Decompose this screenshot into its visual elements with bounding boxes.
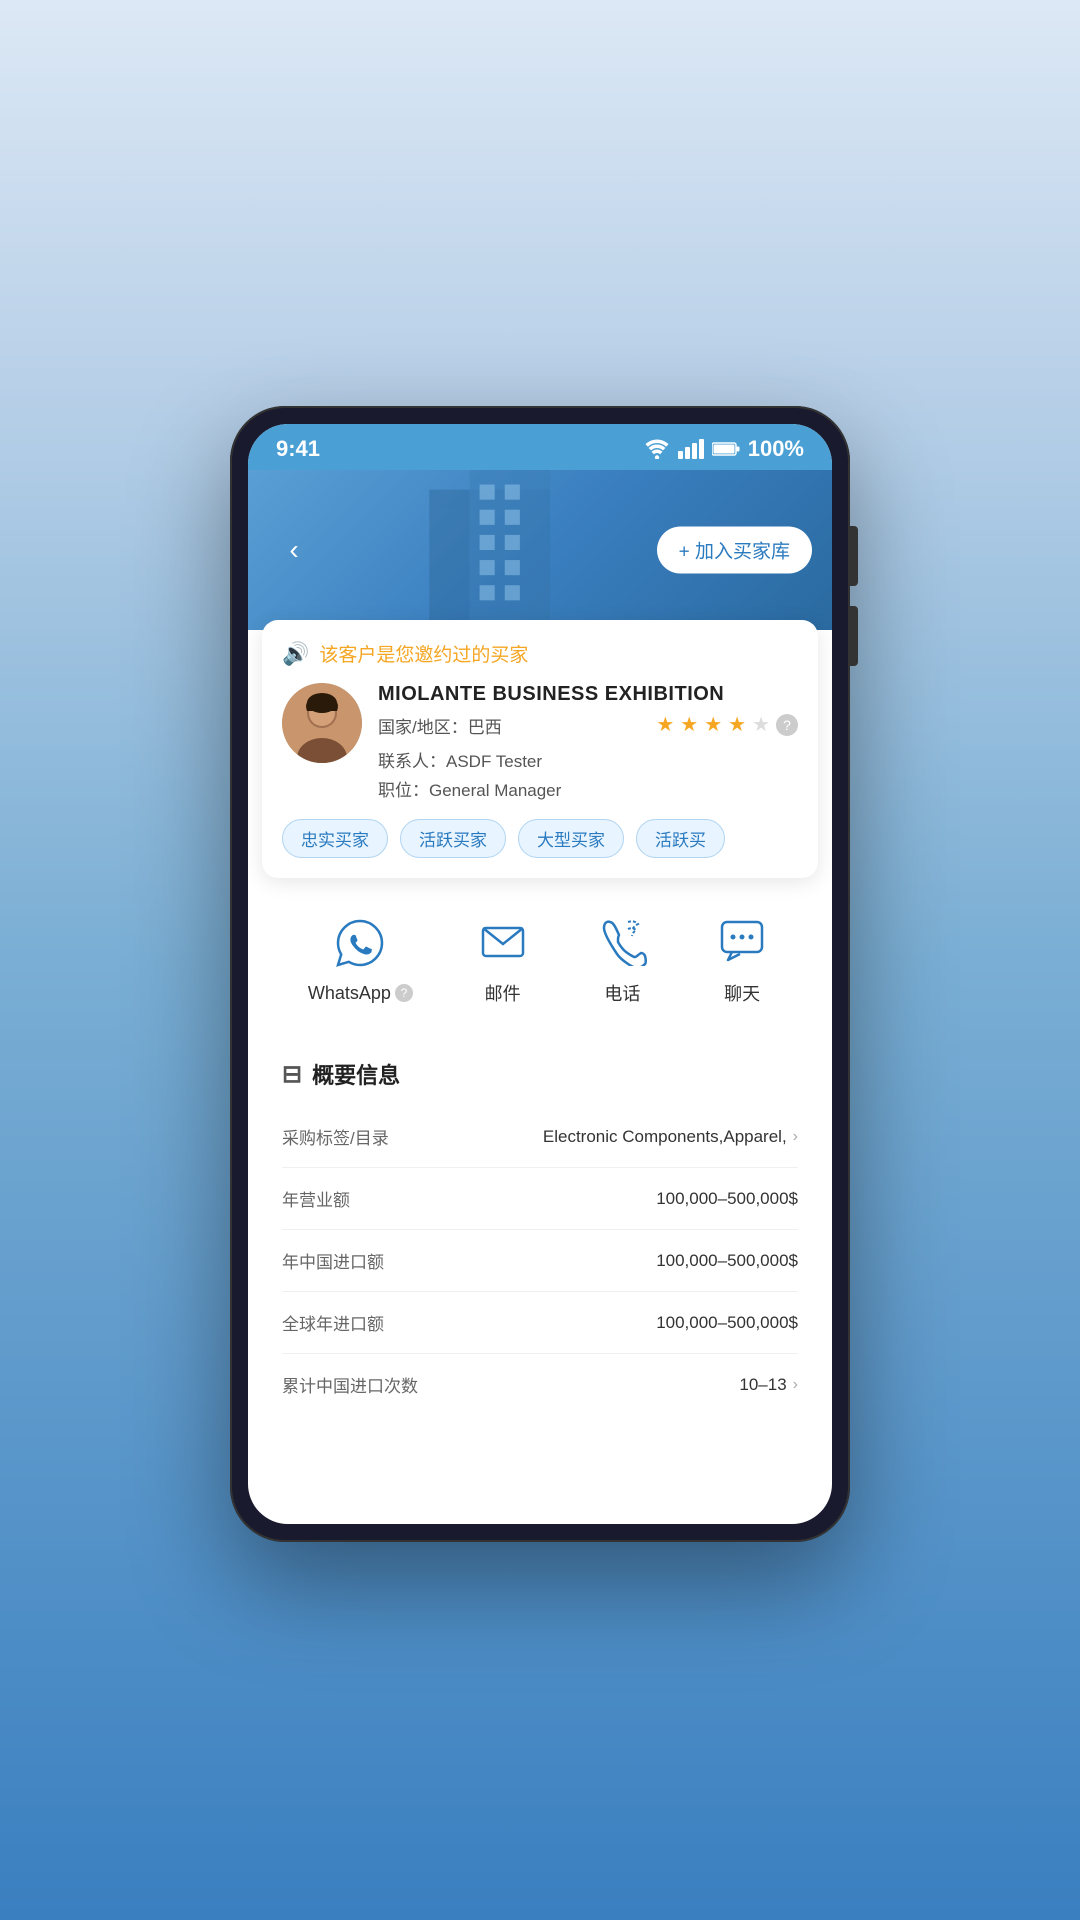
email-action[interactable]: 邮件 <box>473 910 533 1006</box>
phone-side-button-mid <box>850 606 858 666</box>
add-buyer-button[interactable]: + 加入买家库 <box>657 527 812 574</box>
info-value-4: 10–13 › <box>739 1375 798 1395</box>
info-key-3: 全球年进口额 <box>282 1310 384 1335</box>
status-bar: 9:41 <box>248 424 832 470</box>
tags-row: 忠实买家 活跃买家 大型买家 活跃买 <box>282 819 798 858</box>
position-line: 职位：General Manager <box>378 776 798 801</box>
info-key-1: 年营业额 <box>282 1186 350 1211</box>
speaker-icon: 🔊 <box>282 641 309 667</box>
wifi-icon <box>644 439 670 459</box>
chevron-right-icon-4: › <box>793 1376 798 1394</box>
hero-area: ‹ + 加入买家库 <box>248 470 832 630</box>
info-value-1: 100,000–500,000$ <box>656 1189 798 1209</box>
section-title: ⊟ 概要信息 <box>282 1058 798 1090</box>
avatar <box>282 683 362 763</box>
info-key-4: 累计中国进口次数 <box>282 1372 418 1397</box>
tag-active2: 活跃买 <box>636 819 725 858</box>
tag-loyal: 忠实买家 <box>282 819 388 858</box>
avatar-svg <box>282 683 362 763</box>
buyer-notice: 🔊 该客户是您邀约过的买家 <box>282 640 798 667</box>
whatsapp-action[interactable]: WhatsApp ? <box>308 913 413 1004</box>
chat-label: 聊天 <box>724 980 760 1006</box>
email-icon <box>473 910 533 970</box>
signal-bars <box>678 439 704 459</box>
phone-mockup: 9:41 <box>230 406 850 1542</box>
chat-icon <box>712 910 772 970</box>
phone-label: 电话 <box>604 980 640 1006</box>
tag-active: 活跃买家 <box>400 819 506 858</box>
battery-icon <box>712 442 740 456</box>
info-value-2: 100,000–500,000$ <box>656 1251 798 1271</box>
info-section: ⊟ 概要信息 采购标签/目录 Electronic Components,App… <box>262 1038 818 1435</box>
info-row-0[interactable]: 采购标签/目录 Electronic Components,Apparel, › <box>282 1106 798 1168</box>
info-row-1: 年营业额 100,000–500,000$ <box>282 1168 798 1230</box>
chevron-right-icon-0: › <box>793 1128 798 1146</box>
stars-row: ★ ★ ★ ★ ★ ? <box>656 712 798 737</box>
buyer-details: MIOLANTE BUSINESS EXHIBITION 国家/地区：巴西 ★ … <box>378 683 798 805</box>
country-line: 国家/地区：巴西 <box>378 713 502 738</box>
whatsapp-icon <box>330 913 390 973</box>
chat-action[interactable]: 聊天 <box>712 910 772 1006</box>
info-value-0: Electronic Components,Apparel, › <box>543 1127 798 1147</box>
phone-container: 9:41 <box>0 406 1080 1542</box>
phone-screen: 9:41 <box>248 424 832 1524</box>
info-key-0: 采购标签/目录 <box>282 1124 389 1149</box>
country-stars-row: 国家/地区：巴西 ★ ★ ★ ★ ★ ? <box>378 712 798 743</box>
info-row-4[interactable]: 累计中国进口次数 10–13 › <box>282 1354 798 1415</box>
info-value-3: 100,000–500,000$ <box>656 1313 798 1333</box>
action-card: WhatsApp ? 邮件 <box>262 890 818 1026</box>
phone-icon <box>592 910 652 970</box>
whatsapp-label: WhatsApp ? <box>308 983 413 1004</box>
status-right: 100% <box>644 436 804 462</box>
contact-line: 联系人：ASDF Tester <box>378 747 798 772</box>
section-icon: ⊟ <box>282 1060 302 1089</box>
phone-action[interactable]: 电话 <box>592 910 652 1006</box>
stars-help-icon[interactable]: ? <box>776 714 798 736</box>
info-row-3: 全球年进口额 100,000–500,000$ <box>282 1292 798 1354</box>
status-time: 9:41 <box>276 436 320 462</box>
page-wrapper: 丰富买家信息 一键收录 买家线上CRM管理 9:41 <box>0 0 1080 1920</box>
company-name: MIOLANTE BUSINESS EXHIBITION <box>378 683 798 706</box>
phone-side-button-top <box>850 526 858 586</box>
info-row-2: 年中国进口额 100,000–500,000$ <box>282 1230 798 1292</box>
buyer-card: 🔊 该客户是您邀约过的买家 <box>262 620 818 878</box>
battery-percent: 100% <box>748 436 804 462</box>
info-key-2: 年中国进口额 <box>282 1248 384 1273</box>
buyer-info-row: MIOLANTE BUSINESS EXHIBITION 国家/地区：巴西 ★ … <box>282 683 798 805</box>
tag-large: 大型买家 <box>518 819 624 858</box>
email-label: 邮件 <box>485 980 521 1006</box>
whatsapp-help-icon[interactable]: ? <box>395 984 413 1002</box>
